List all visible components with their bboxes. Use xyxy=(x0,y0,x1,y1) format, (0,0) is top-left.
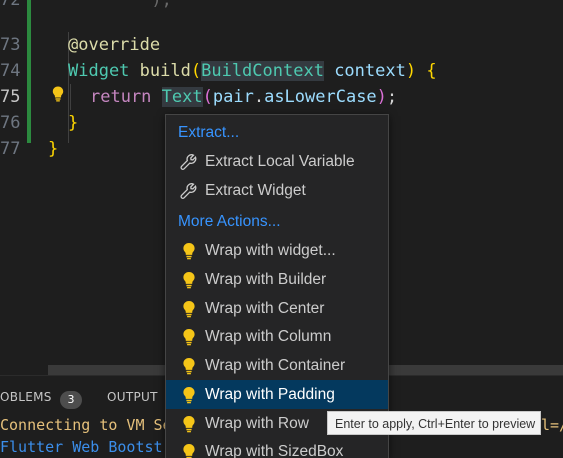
lightbulb-icon[interactable] xyxy=(52,86,64,102)
line-number: 77 xyxy=(0,139,21,159)
terminal-line: Connecting to VM Se xyxy=(0,416,172,434)
menu-item-wrap-with-builder[interactable]: Wrap with Builder xyxy=(166,265,388,294)
annotation-token: @override xyxy=(68,35,161,55)
line-number: 75 xyxy=(0,87,21,107)
menu-item-extract-widget[interactable]: Extract Widget xyxy=(166,176,388,205)
wrench-icon xyxy=(180,154,197,170)
lightbulb-icon xyxy=(183,387,195,404)
menu-item-wrap-with-column[interactable]: Wrap with Column xyxy=(166,322,388,351)
menu-header-more-actions: More Actions... xyxy=(178,213,281,230)
menu-item-label: Wrap with Center xyxy=(205,300,325,317)
lightbulb-icon xyxy=(183,243,195,260)
lightbulb-icon xyxy=(183,416,195,433)
line-number: 74 xyxy=(0,61,21,81)
tab-problems[interactable]: OBLEMS xyxy=(0,390,52,404)
code-line: 73 @override xyxy=(0,32,563,58)
code-text: return Text(pair.asLowerCase); xyxy=(90,87,398,107)
code-text: } xyxy=(68,113,79,133)
menu-header-extract: Extract... xyxy=(178,124,240,141)
menu-item-label: Wrap with Column xyxy=(205,328,332,345)
code-line: 72 ); xyxy=(0,0,563,13)
menu-item-extract-local-variable[interactable]: Extract Local Variable xyxy=(166,147,388,176)
menu-item-label: Wrap with Row xyxy=(205,415,309,432)
menu-item-wrap-with-container[interactable]: Wrap with Container xyxy=(166,351,388,380)
menu-item-wrap-with-widget[interactable]: Wrap with widget... xyxy=(166,236,388,265)
quick-fix-menu: Extract... Extract Local Variable Extrac… xyxy=(165,114,389,458)
menu-item-label: Extract Local Variable xyxy=(205,153,355,170)
line-number: 76 xyxy=(0,113,21,133)
code-text: } xyxy=(48,139,59,159)
lightbulb-icon xyxy=(183,329,195,346)
lightbulb-icon xyxy=(183,444,195,458)
menu-item-wrap-with-sizedbox[interactable]: Wrap with SizedBox xyxy=(166,437,388,458)
menu-item-label: Wrap with widget... xyxy=(205,242,336,259)
terminal-line: Flutter Web Bootstr xyxy=(0,438,172,456)
menu-item-wrap-with-center[interactable]: Wrap with Center xyxy=(166,294,388,323)
menu-item-label: Wrap with SizedBox xyxy=(205,443,344,458)
line-number: 72 xyxy=(0,0,21,10)
menu-item-label: Wrap with Container xyxy=(205,357,346,374)
code-line-active: 75 return Text(pair.asLowerCase); xyxy=(0,84,563,110)
menu-item-label: Wrap with Padding xyxy=(205,386,335,403)
terminal-line-tail: l=/ xyxy=(541,416,563,434)
menu-item-label: Extract Widget xyxy=(205,182,306,199)
menu-item-wrap-with-padding[interactable]: Wrap with Padding xyxy=(166,380,388,409)
preview-hint-tooltip: Enter to apply, Ctrl+Enter to preview xyxy=(327,411,541,435)
problems-count-badge: 3 xyxy=(60,391,82,409)
tab-output[interactable]: OUTPUT xyxy=(107,390,158,404)
lightbulb-icon xyxy=(183,358,195,375)
line-number: 73 xyxy=(0,35,21,55)
lightbulb-icon xyxy=(183,301,195,318)
menu-item-label: Wrap with Builder xyxy=(205,271,327,288)
code-line: 74 Widget build(BuildContext context) { xyxy=(0,58,563,84)
lightbulb-icon xyxy=(183,272,195,289)
code-text: Widget build(BuildContext context) { xyxy=(68,61,437,81)
wrench-icon xyxy=(180,183,197,199)
